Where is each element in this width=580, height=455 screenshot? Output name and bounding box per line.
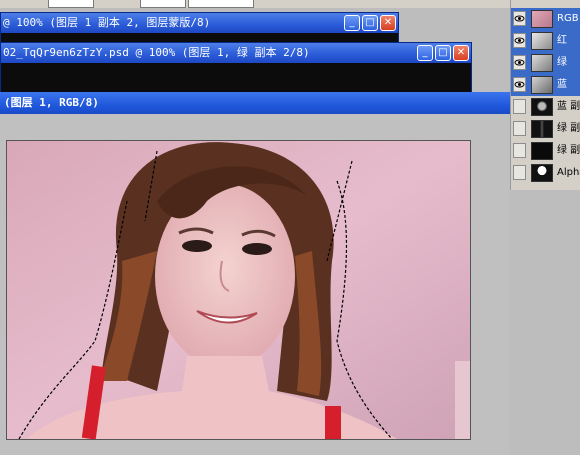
channel-label: RGB bbox=[557, 13, 579, 24]
channels-panel: RGB 红 绿 蓝 蓝 副 绿 副 绿 副 Alpha bbox=[510, 0, 580, 190]
document-titlebar[interactable]: (图层 1, RGB/8) bbox=[0, 92, 510, 114]
window-1-titlebar[interactable]: @ 100% (图层 1 副本 2, 图层蒙版/8) _ □ ✕ bbox=[1, 13, 398, 33]
option-field[interactable] bbox=[48, 0, 94, 8]
channel-row-red[interactable]: 红 bbox=[511, 30, 580, 52]
channel-thumbnail bbox=[531, 32, 553, 50]
options-bar bbox=[0, 0, 510, 8]
channel-thumbnail bbox=[531, 164, 553, 182]
option-dropdown[interactable] bbox=[188, 0, 254, 8]
eye-icon[interactable] bbox=[513, 11, 526, 26]
document-title: (图层 1, RGB/8) bbox=[4, 96, 99, 109]
channel-thumbnail bbox=[531, 76, 553, 94]
channel-label: 绿 副 bbox=[557, 145, 580, 156]
maximize-button[interactable]: □ bbox=[435, 45, 451, 61]
channel-row-green-copy-2[interactable]: 绿 副 bbox=[511, 140, 580, 162]
eye-icon-hidden[interactable] bbox=[513, 121, 526, 136]
close-button[interactable]: ✕ bbox=[453, 45, 469, 61]
channel-row-blue[interactable]: 蓝 bbox=[511, 74, 580, 96]
window-2-titlebar[interactable]: 02_TqQr9en6zTzY.psd @ 100% (图层 1, 绿 副本 2… bbox=[1, 43, 471, 63]
window-1-title: @ 100% (图层 1 副本 2, 图层蒙版/8) bbox=[3, 16, 211, 29]
eye-icon-hidden[interactable] bbox=[513, 99, 526, 114]
channel-row-alpha[interactable]: Alpha bbox=[511, 162, 580, 184]
channel-label: 绿 副 bbox=[557, 123, 580, 134]
channel-thumbnail bbox=[531, 98, 553, 116]
eye-icon[interactable] bbox=[513, 33, 526, 48]
channel-thumbnail bbox=[531, 142, 553, 160]
channel-label: 绿 bbox=[557, 57, 567, 68]
channel-row-blue-copy[interactable]: 蓝 副 bbox=[511, 96, 580, 118]
photo-canvas[interactable] bbox=[6, 140, 471, 440]
minimize-button[interactable]: _ bbox=[417, 45, 433, 61]
maximize-button[interactable]: □ bbox=[362, 15, 378, 31]
close-button[interactable]: ✕ bbox=[380, 15, 396, 31]
channel-row-rgb[interactable]: RGB bbox=[511, 8, 580, 30]
option-field[interactable] bbox=[140, 0, 186, 8]
channel-thumbnail bbox=[531, 120, 553, 138]
channel-label: 蓝 bbox=[557, 79, 567, 90]
channel-row-green[interactable]: 绿 bbox=[511, 52, 580, 74]
channel-thumbnail bbox=[531, 10, 553, 28]
document-window-1[interactable]: @ 100% (图层 1 副本 2, 图层蒙版/8) _ □ ✕ bbox=[0, 12, 399, 44]
eye-icon[interactable] bbox=[513, 77, 526, 92]
channel-thumbnail bbox=[531, 54, 553, 72]
window-2-title: 02_TqQr9en6zTzY.psd @ 100% (图层 1, 绿 副本 2… bbox=[3, 46, 310, 59]
eye-icon-hidden[interactable] bbox=[513, 143, 526, 158]
minimize-button[interactable]: _ bbox=[344, 15, 360, 31]
channel-label: 蓝 副 bbox=[557, 101, 580, 112]
eye-icon[interactable] bbox=[513, 55, 526, 70]
portrait-photo bbox=[7, 141, 470, 439]
channel-label: Alpha bbox=[557, 167, 580, 178]
document-window-2[interactable]: 02_TqQr9en6zTzY.psd @ 100% (图层 1, 绿 副本 2… bbox=[0, 42, 472, 94]
channel-label: 红 bbox=[557, 35, 567, 46]
eye-icon-hidden[interactable] bbox=[513, 165, 526, 180]
channel-row-green-copy[interactable]: 绿 副 bbox=[511, 118, 580, 140]
